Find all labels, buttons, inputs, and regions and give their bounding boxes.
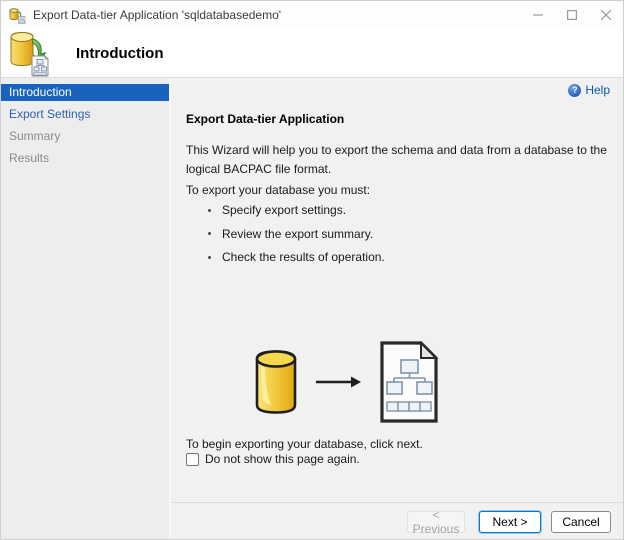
dont-show-again-label[interactable]: Do not show this page again. — [205, 452, 360, 466]
sidebar-item-results: Results — [1, 150, 169, 167]
wizard-steps-sidebar: Introduction Export Settings Summary Res… — [1, 78, 171, 539]
sidebar-item-introduction[interactable]: Introduction — [1, 84, 169, 101]
page-title: Introduction — [76, 45, 163, 62]
bullet-text: Specify export settings. — [222, 203, 346, 217]
steps-bullet-list: Specify export settings. Review the expo… — [208, 204, 385, 275]
next-button[interactable]: Next > — [479, 511, 541, 533]
help-link[interactable]: ? Help — [568, 83, 610, 97]
bullet-icon — [208, 209, 211, 212]
dont-show-again-row: Do not show this page again. — [186, 452, 360, 466]
list-item: Specify export settings. — [208, 204, 385, 216]
list-item: Check the results of operation. — [208, 251, 385, 263]
arrow-right-icon — [315, 374, 363, 390]
wizard-header: Introduction — [1, 29, 623, 78]
bullet-text: Review the export summary. — [222, 227, 373, 241]
wizard-description: This Wizard will help you to export the … — [186, 141, 618, 179]
minimize-button[interactable] — [521, 1, 555, 29]
bullet-icon — [208, 256, 211, 259]
export-illustration — [253, 336, 439, 428]
dont-show-again-checkbox[interactable] — [186, 453, 199, 466]
title-bar: Export Data-tier Application 'sqldatabas… — [1, 1, 623, 29]
list-intro-text: To export your database you must: — [186, 183, 370, 197]
previous-button[interactable]: < Previous — [407, 511, 465, 533]
window-title: Export Data-tier Application 'sqldatabas… — [33, 8, 281, 22]
list-item: Review the export summary. — [208, 228, 385, 240]
help-link-label: Help — [585, 83, 610, 97]
help-icon: ? — [568, 84, 581, 97]
close-button[interactable] — [589, 1, 623, 29]
database-cylinder-icon — [253, 348, 299, 416]
maximize-button[interactable] — [555, 1, 589, 29]
bullet-icon — [208, 232, 211, 235]
cancel-button[interactable]: Cancel — [551, 511, 611, 533]
content-heading: Export Data-tier Application — [186, 112, 344, 126]
export-wizard-window: Export Data-tier Application 'sqldatabas… — [0, 0, 624, 540]
sidebar-item-export-settings[interactable]: Export Settings — [1, 106, 169, 123]
app-database-export-icon — [9, 7, 26, 24]
sidebar-item-summary: Summary — [1, 128, 169, 145]
footer-divider — [171, 502, 623, 503]
database-export-icon — [9, 30, 53, 77]
closing-instruction: To begin exporting your database, click … — [186, 437, 423, 451]
bacpac-document-icon — [379, 340, 439, 424]
wizard-buttons: < Previous Next > Cancel — [407, 511, 611, 533]
wizard-content: ? Help Export Data-tier Application This… — [171, 78, 623, 539]
window-controls — [521, 1, 623, 29]
bullet-text: Check the results of operation. — [222, 250, 385, 264]
